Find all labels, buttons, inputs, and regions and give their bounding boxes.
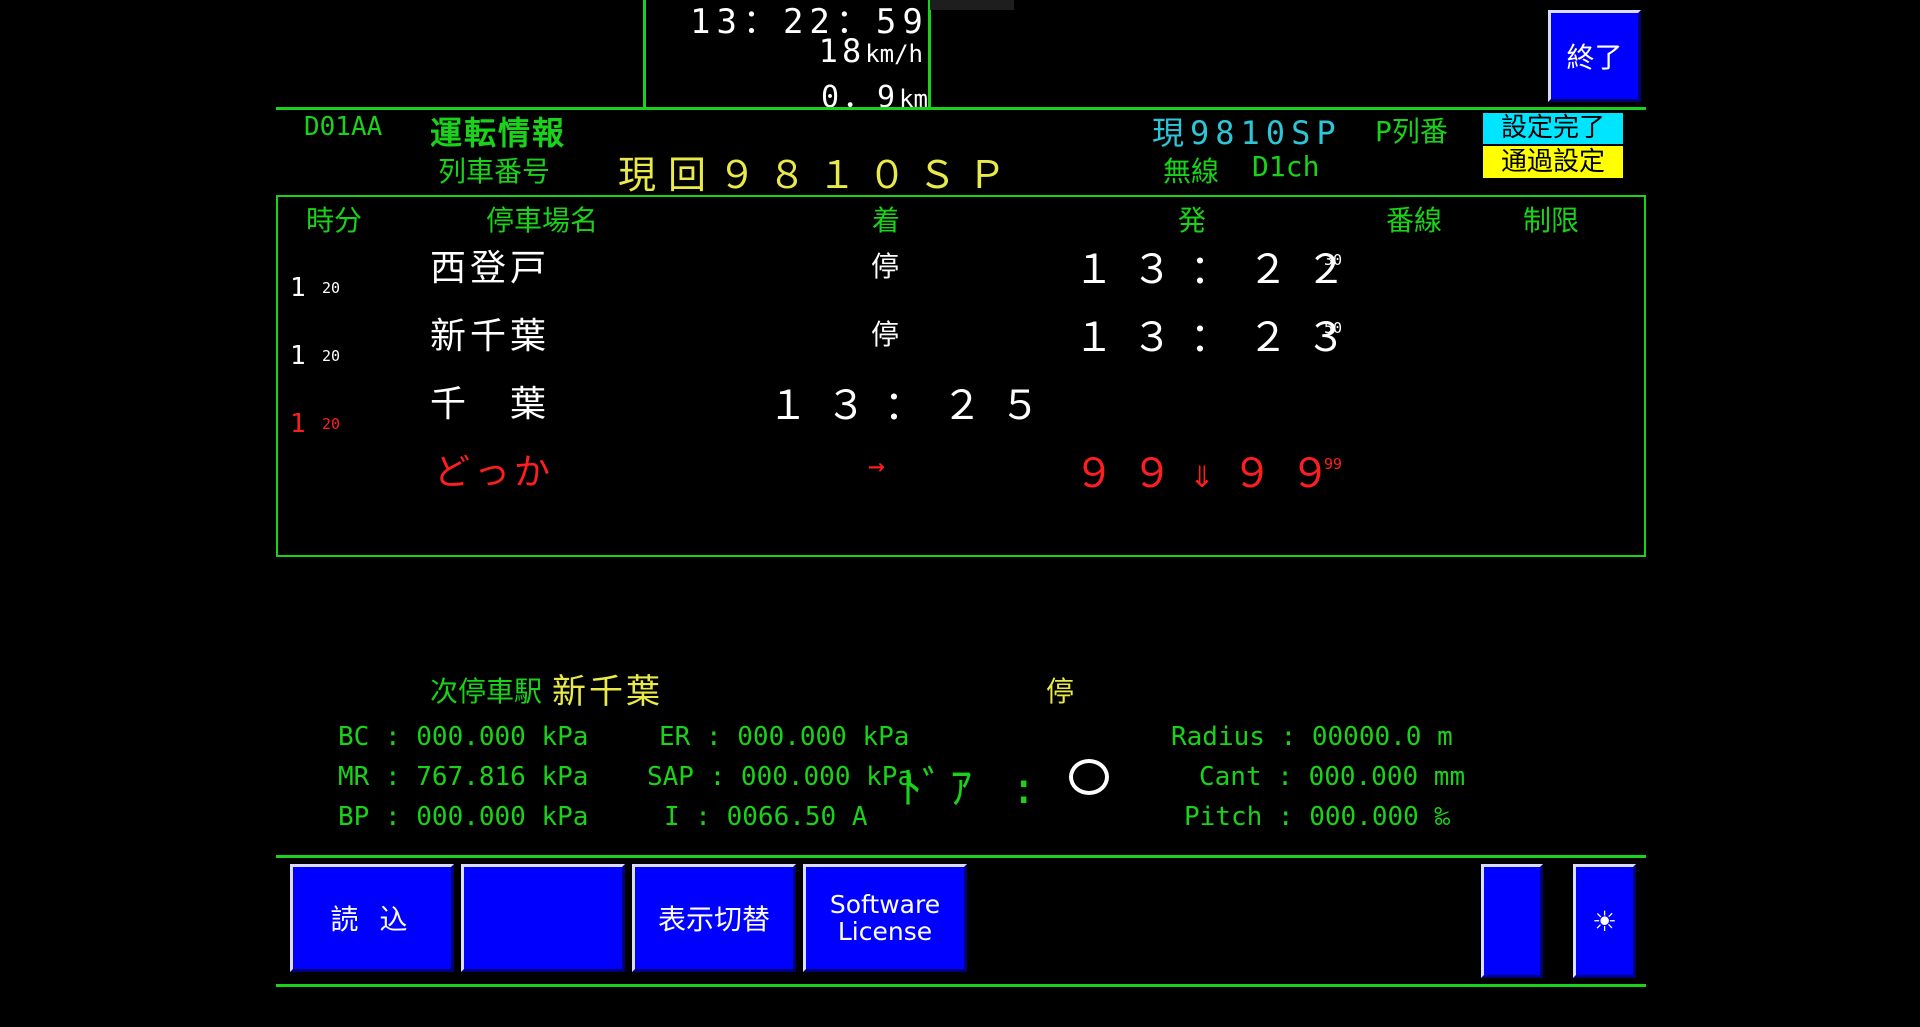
speed-readout: 18km/h [819, 32, 923, 70]
stat-pitch: Pitch : 000.000 ‰ [1184, 802, 1451, 832]
toolbar-bottom-divider [276, 984, 1646, 987]
table-row-depart: １３：２３ [1074, 315, 1364, 361]
train-no-value: 現回９８１０ＳＰ [618, 153, 1019, 197]
current-train: 現9810SP [1152, 114, 1342, 152]
table-row-station: どっか [434, 452, 555, 493]
stat-radius: Radius : 00000.0 m [1171, 722, 1453, 752]
header-depart: 発 [1178, 204, 1207, 237]
blank-small-button[interactable] [1481, 864, 1543, 978]
interval-min: 1 [290, 409, 306, 439]
radio-channel: D1ch [1252, 150, 1320, 183]
speed-value: 18 [818, 32, 866, 70]
stat-current: I : 0066.50 A [664, 802, 868, 832]
stat-er: ER : 000.000 kPa [659, 722, 910, 752]
read-button[interactable]: 読 込 [290, 864, 454, 972]
header-station: 停車場名 [486, 204, 599, 237]
table-row-station: 西登戸 [430, 248, 551, 289]
table-row-arrive: 停 [871, 318, 900, 351]
table-row-depart: １３：２２ [1074, 247, 1364, 293]
blank-button[interactable] [461, 864, 625, 972]
software-license-button[interactable]: Software License [803, 864, 967, 972]
table-row-station: 新千葉 [430, 316, 551, 357]
badge-set-complete[interactable]: 設定完了 [1483, 113, 1623, 144]
next-stop-station: 新千葉 [552, 672, 663, 712]
stat-sap: SAP : 000.000 kPa [647, 762, 914, 792]
brightness-icon: ☀ [1591, 904, 1618, 938]
stat-bc: BC : 000.000 kPa [338, 722, 589, 752]
table-row-depart-sec: 30 [1324, 251, 1343, 269]
table-row-station: 千 葉 [430, 384, 551, 425]
next-stop-label: 次停車駅 [430, 675, 543, 708]
brightness-button[interactable]: ☀ [1573, 864, 1636, 978]
display-switch-label: 表示切替 [657, 903, 770, 936]
interval-sec: 20 [322, 415, 341, 433]
info-id: D01AA [304, 112, 383, 142]
read-button-label: 読 込 [330, 903, 414, 936]
exit-button-label: 終了 [1566, 41, 1623, 74]
radio-label: 無線 [1163, 155, 1220, 188]
table-row-depart-sec: 50 [1324, 319, 1343, 337]
license-line1: Software [829, 890, 941, 919]
display-switch-button[interactable]: 表示切替 [632, 864, 796, 972]
badge-pass-setting[interactable]: 通過設定 [1483, 146, 1623, 178]
door-status-circle-icon [1069, 759, 1109, 795]
header-limit: 制限 [1523, 204, 1580, 237]
table-row-arrive: → [868, 449, 885, 482]
interval-sec: 20 [322, 347, 341, 365]
timetable: 時分 停車場名 着 発 番線 制限 西登戸 停 １３：２２ 30 1 20 新千… [276, 195, 1646, 557]
header-track: 番線 [1386, 204, 1443, 237]
header-time: 時分 [306, 204, 363, 237]
speed-unit: km/h [865, 40, 923, 68]
interval-min: 1 [290, 273, 306, 303]
clock-left-divider [643, 0, 646, 108]
info-title: 運転情報 [430, 114, 567, 152]
header-arrive: 着 [872, 204, 901, 237]
p-train-no: P列番 [1375, 115, 1448, 148]
stat-mr: MR : 767.816 kPa [338, 762, 589, 792]
train-no-label: 列車番号 [438, 155, 551, 188]
next-stop-type: 停 [1046, 675, 1075, 708]
door-label: ﾄﾞｱ : [900, 763, 1043, 814]
table-row-depart-sec: 99 [1324, 455, 1343, 473]
stat-cant: Cant : 000.000 mm [1199, 762, 1466, 792]
exit-button[interactable]: 終了 [1548, 10, 1641, 102]
window-handle [930, 0, 1014, 10]
toolbar-top-divider [276, 855, 1646, 858]
table-row-arrive: １３：２５ [768, 383, 1058, 429]
stat-bp: BP : 000.000 kPa [338, 802, 589, 832]
table-row-depart: ９９⇓９９ [1074, 451, 1349, 497]
table-row-arrive: 停 [871, 250, 900, 283]
license-line2: License [837, 917, 933, 946]
interval-min: 1 [290, 341, 306, 371]
interval-sec: 20 [322, 279, 341, 297]
